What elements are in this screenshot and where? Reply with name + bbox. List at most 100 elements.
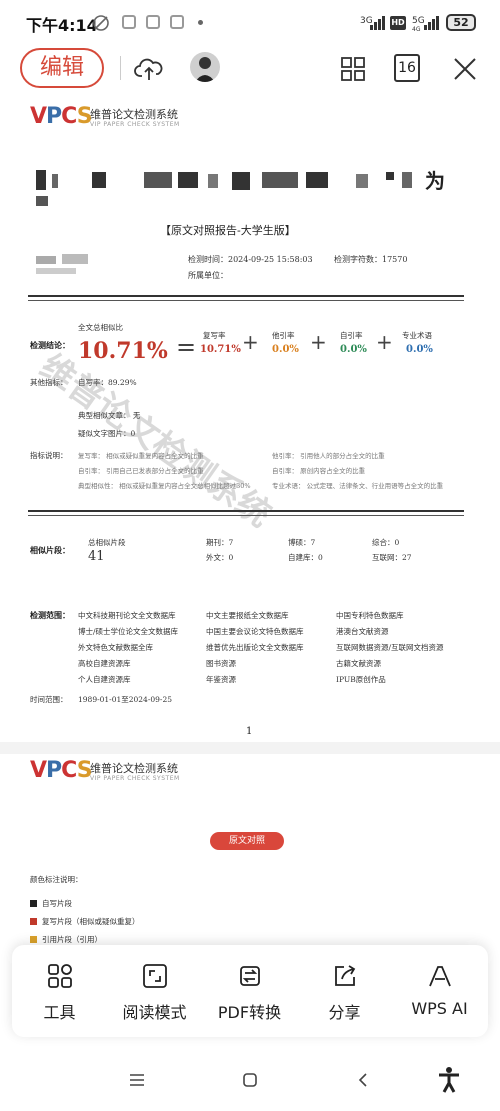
logo-subtitle: VIP PAPER CHECK SYSTEM <box>90 775 180 782</box>
plus-sign: + <box>376 330 393 354</box>
home-icon[interactable] <box>242 1072 258 1088</box>
scope-item: 图书资源 <box>206 659 236 668</box>
divider <box>28 515 464 516</box>
divider <box>28 300 464 301</box>
total-segments-label: 总相似片段 <box>88 538 126 547</box>
grid-view-icon[interactable] <box>338 54 368 84</box>
other-rate: 0.0% <box>272 344 299 355</box>
foreign-count: 外文：0 <box>206 553 234 562</box>
share-icon <box>335 965 356 986</box>
total-sim-label: 全文总相似比 <box>78 323 123 332</box>
scope-item: 中国主要会议论文特色数据库 <box>206 627 304 636</box>
journal-count: 期刊：7 <box>206 538 234 547</box>
scope-label: 检测范围： <box>30 610 70 620</box>
logo-brand: VPCS <box>30 758 93 783</box>
more-notifications-dot <box>198 20 203 25</box>
total-similarity: 10.71% <box>78 338 168 364</box>
time-range-label: 时间范围： <box>30 695 68 704</box>
detect-time: 检测时间：2024-09-25 15:58:03 <box>188 255 313 264</box>
original-compare-badge: 原文对照 <box>210 832 284 850</box>
menu-icon[interactable] <box>128 1072 146 1088</box>
scope-item: 互联网数据资源/互联网文档资源 <box>336 643 444 652</box>
copy-rate: 10.71% <box>200 344 241 355</box>
legend-swatch <box>30 936 37 943</box>
scope-item: 高校自建资源库 <box>78 659 131 668</box>
notification-icon <box>170 15 184 29</box>
scope-item: 外文特色文献数据全库 <box>78 643 153 652</box>
divider <box>28 295 464 297</box>
logo-brand: VPCS <box>30 104 93 129</box>
battery-icon: 52 <box>446 14 476 31</box>
scope-item: 维普优先出版论文全文数据库 <box>206 643 304 652</box>
internet-count: 互联网：27 <box>372 553 412 562</box>
divider <box>28 510 464 512</box>
color-legend-title: 颜色标注说明： <box>30 875 83 884</box>
bottom-action-menu: 工具 阅读模式 PDF转换 分享 WPS AI <box>12 945 488 1037</box>
avatar[interactable] <box>190 52 220 82</box>
reading-mode-button[interactable]: 阅读模式 <box>107 945 202 1037</box>
pdf-convert-label: PDF转换 <box>217 1003 282 1022</box>
vpcs-logo: VPCS <box>30 758 93 783</box>
close-icon[interactable] <box>450 54 480 84</box>
self-rate-label: 自引率 <box>340 331 363 340</box>
toolbar-divider <box>120 56 121 80</box>
logo-title: 维普论文检测系统 <box>90 108 178 121</box>
term-label: 专业术语 <box>402 331 432 340</box>
plus-sign: + <box>310 330 327 354</box>
thesis-count: 博硕：7 <box>288 538 316 547</box>
redacted-author <box>36 254 126 276</box>
self-rate: 0.0% <box>340 344 367 355</box>
notification-icon <box>122 15 136 29</box>
scope-item: 古籍文献资源 <box>336 659 381 668</box>
accessibility-icon[interactable] <box>436 1066 462 1094</box>
other-rate-label: 他引率 <box>272 331 295 340</box>
watermark: 维普论文检测系统 <box>32 346 279 536</box>
unit: 所属单位： <box>188 271 228 280</box>
tools-button[interactable]: 工具 <box>12 945 107 1037</box>
edit-button[interactable]: 编辑 <box>20 48 104 88</box>
scope-item: IPUB原创作品 <box>336 675 386 684</box>
scope-item: 中文主要报纸全文数据库 <box>206 611 289 620</box>
cloud-upload-icon[interactable] <box>134 54 164 84</box>
logo-subtitle: VIP PAPER CHECK SYSTEM <box>90 121 180 128</box>
wps-ai-icon <box>429 966 451 987</box>
notification-icon <box>146 15 160 29</box>
equals-sign: = <box>176 333 197 361</box>
signal-bars-icon <box>420 16 440 30</box>
pdf-convert-button[interactable]: PDF转换 <box>202 945 297 1037</box>
page-count-button[interactable]: 16 <box>394 54 420 82</box>
share-button[interactable]: 分享 <box>297 945 392 1037</box>
wps-ai-button[interactable]: WPS AI <box>392 945 487 1037</box>
explain-item: 自引率： 原创内容占全文的比重 <box>272 467 366 475</box>
legend-item: 自写片段 <box>42 899 72 908</box>
scope-item: 中国专利特色数据库 <box>336 611 404 620</box>
legend-swatch <box>30 900 37 907</box>
synthesis-count: 综合：0 <box>372 538 400 547</box>
total-segments: 41 <box>88 549 105 564</box>
legend-item: 复写片段（相似或疑似重复） <box>42 917 140 926</box>
wps-ai-label: WPS AI <box>411 999 468 1018</box>
plus-sign: + <box>242 330 259 354</box>
segment-label: 相似片段： <box>30 545 70 555</box>
self-built-count: 自建库：0 <box>288 553 323 562</box>
pdf-convert-icon <box>240 966 260 986</box>
hd-badge: HD <box>390 16 406 30</box>
page-number: 1 <box>246 726 253 737</box>
system-nav-bar <box>0 1050 500 1111</box>
explain-item: 他引率： 引用他人的部分占全文的比重 <box>272 452 385 460</box>
time-range: 1989-01-01至2024-09-25 <box>78 695 172 704</box>
back-icon[interactable] <box>356 1072 370 1088</box>
legend-swatch <box>30 918 37 925</box>
scope-item: 港澳台文献资源 <box>336 627 389 636</box>
legend-item: 引用片段（引用） <box>42 935 102 944</box>
logo-title: 维普论文检测系统 <box>90 762 178 775</box>
signal-bars-icon <box>366 16 386 30</box>
scope-item: 年鉴资源 <box>206 675 236 684</box>
scope-item: 博士/硕士学位论文全文数据库 <box>78 627 179 636</box>
vpcs-logo: VPCS <box>30 104 93 129</box>
status-time: 下午4:14 <box>26 16 98 35</box>
explain-label: 指标说明： <box>30 451 68 460</box>
copy-rate-label: 复写率 <box>203 331 226 340</box>
reading-mode-label: 阅读模式 <box>122 1003 187 1022</box>
share-label: 分享 <box>328 1003 361 1022</box>
